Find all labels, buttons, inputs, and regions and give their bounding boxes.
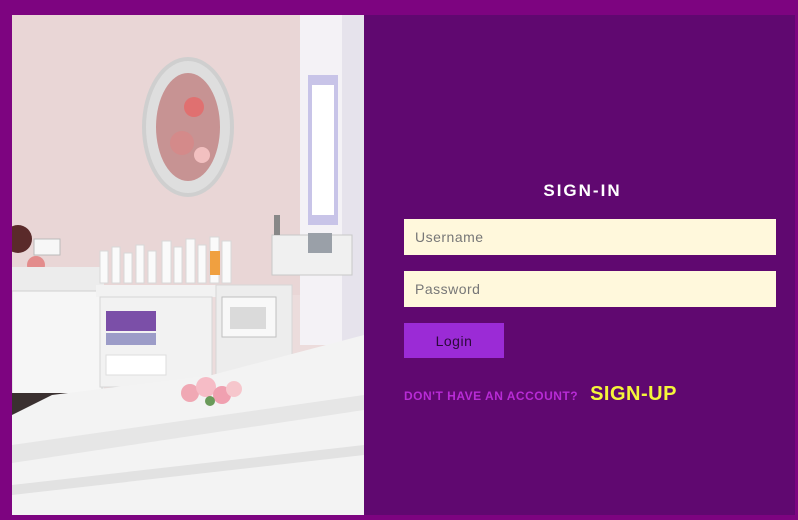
no-account-prompt: DON'T HAVE AN ACCOUNT?	[404, 389, 579, 403]
page-title: SIGN-IN	[543, 181, 622, 200]
signup-row: DON'T HAVE AN ACCOUNT? SIGN-UP	[404, 383, 677, 406]
spa-room-image	[12, 15, 364, 515]
password-input[interactable]	[404, 271, 776, 307]
signup-link[interactable]: SIGN-UP	[590, 383, 677, 406]
username-input[interactable]	[404, 219, 776, 255]
login-button[interactable]: Login	[404, 323, 504, 358]
login-container: SIGN-IN Login DON'T HAVE AN ACCOUNT? SIG…	[12, 15, 795, 515]
signin-panel: SIGN-IN Login DON'T HAVE AN ACCOUNT? SIG…	[364, 15, 795, 515]
